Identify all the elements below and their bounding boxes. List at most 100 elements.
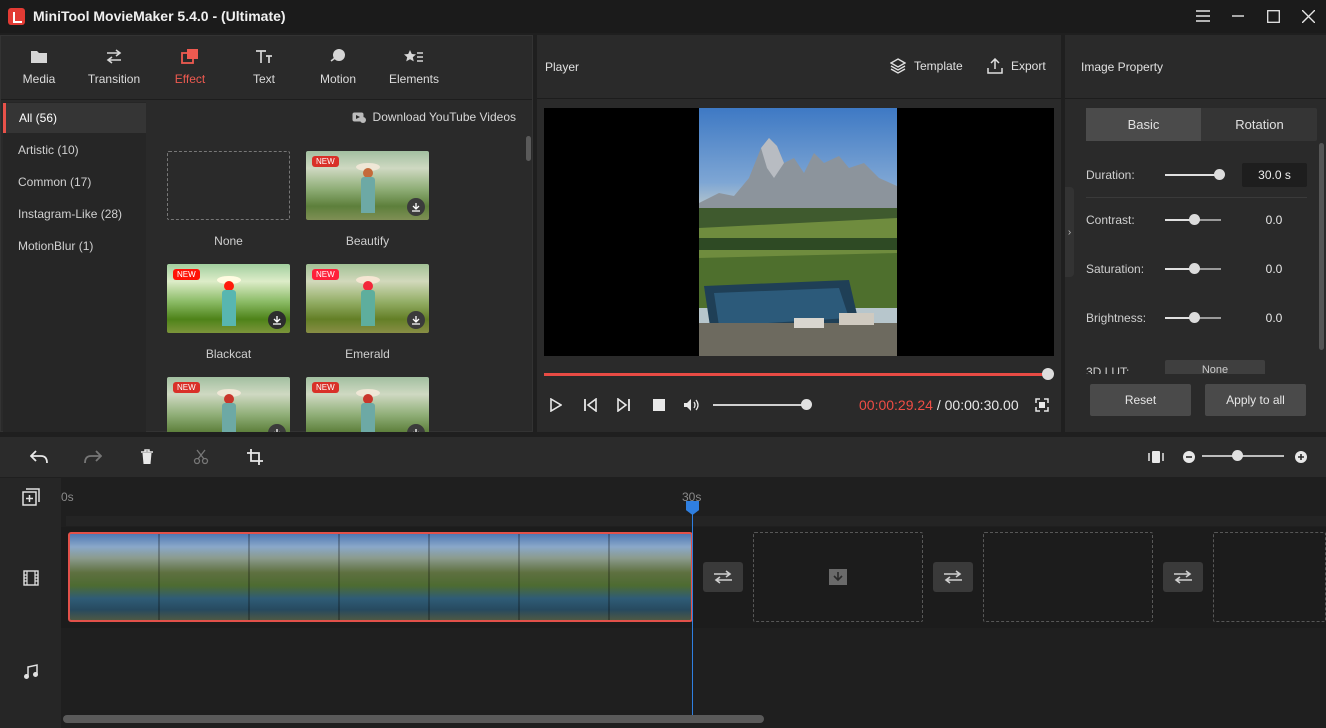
brightness-handle[interactable] xyxy=(1189,312,1200,323)
transition-slot-button[interactable] xyxy=(703,562,743,592)
download-icon[interactable] xyxy=(407,424,425,432)
import-icon xyxy=(829,569,847,585)
video-preview[interactable] xyxy=(544,108,1054,356)
chevron-right-icon: › xyxy=(1067,226,1072,238)
add-track-button[interactable] xyxy=(22,488,40,509)
lut-select[interactable]: None xyxy=(1165,360,1265,374)
minimize-button[interactable] xyxy=(1223,4,1253,28)
effect-card-none[interactable]: None xyxy=(167,151,290,248)
duration-input[interactable]: 30.0 s xyxy=(1242,163,1307,187)
transition-slot-button[interactable] xyxy=(1163,562,1203,592)
timeline-scrollbar[interactable] xyxy=(63,715,764,723)
effect-label: None xyxy=(214,234,243,248)
effect-thumbnail: NEW xyxy=(306,377,429,432)
tool-motion[interactable]: Motion xyxy=(306,46,370,94)
download-icon[interactable] xyxy=(268,424,286,432)
reset-button[interactable]: Reset xyxy=(1090,384,1191,416)
current-time: 00:00:29.24 xyxy=(859,397,933,413)
category-motionblur[interactable]: MotionBlur (1) xyxy=(3,231,146,261)
delete-button[interactable] xyxy=(137,447,157,467)
maximize-button[interactable] xyxy=(1258,4,1288,28)
transition-arrows-icon xyxy=(103,46,125,66)
effect-card[interactable]: NEW xyxy=(306,377,429,432)
effect-card-beautify[interactable]: NEW Beautify xyxy=(306,151,429,248)
effect-card-emerald[interactable]: NEW Emerald xyxy=(306,264,429,361)
contrast-handle[interactable] xyxy=(1189,214,1200,225)
music-track[interactable] xyxy=(61,629,1326,714)
redo-icon xyxy=(84,450,102,464)
download-icon[interactable] xyxy=(268,311,286,329)
scissors-icon xyxy=(193,449,209,465)
next-frame-button[interactable] xyxy=(615,396,633,414)
redo-button[interactable] xyxy=(83,447,103,467)
fit-timeline-button[interactable] xyxy=(1146,447,1166,467)
export-icon xyxy=(987,58,1003,74)
property-scrollbar[interactable] xyxy=(1319,143,1324,350)
zoom-slider[interactable] xyxy=(1202,455,1284,457)
undo-button[interactable] xyxy=(29,447,49,467)
fullscreen-button[interactable] xyxy=(1033,396,1051,414)
ruler-bar xyxy=(66,516,1326,526)
menu-icon[interactable] xyxy=(1188,4,1218,28)
zoom-handle[interactable] xyxy=(1232,450,1243,461)
template-button[interactable]: Template xyxy=(890,58,963,74)
download-icon[interactable] xyxy=(407,311,425,329)
stop-icon xyxy=(653,399,665,411)
crop-button[interactable] xyxy=(245,447,265,467)
duration-handle[interactable] xyxy=(1214,169,1225,180)
category-list: All (56) Artistic (10) Common (17) Insta… xyxy=(3,102,146,432)
tool-elements[interactable]: Elements xyxy=(382,46,446,94)
category-instagram-like[interactable]: Instagram-Like (28) xyxy=(3,199,146,229)
close-button[interactable] xyxy=(1293,4,1323,28)
tab-rotation[interactable]: Rotation xyxy=(1202,108,1317,141)
volume-button[interactable] xyxy=(683,396,701,414)
video-clip[interactable] xyxy=(68,532,693,622)
category-artistic[interactable]: Artistic (10) xyxy=(3,135,146,165)
empty-clip-slot[interactable] xyxy=(753,532,923,622)
category-all[interactable]: All (56) xyxy=(3,103,146,133)
new-badge: NEW xyxy=(173,382,200,393)
duration-slider[interactable] xyxy=(1165,174,1221,176)
effect-card-blackcat[interactable]: NEW Blackcat xyxy=(167,264,290,361)
effect-card[interactable]: NEW xyxy=(167,377,290,432)
play-button[interactable] xyxy=(547,396,565,414)
category-common[interactable]: Common (17) xyxy=(3,167,146,197)
tool-transition[interactable]: Transition xyxy=(82,46,146,94)
empty-clip-slot[interactable] xyxy=(983,532,1153,622)
effect-label: Beautify xyxy=(345,234,390,248)
zoom-in-button[interactable] xyxy=(1291,447,1311,467)
tool-effect[interactable]: Effect xyxy=(158,46,222,94)
tab-basic[interactable]: Basic xyxy=(1086,108,1201,141)
progress-handle[interactable] xyxy=(1042,368,1054,380)
collapse-panel-button[interactable]: › xyxy=(1065,187,1074,277)
download-youtube-link[interactable]: Download YouTube Videos xyxy=(352,110,516,124)
playback-progress-bar[interactable] xyxy=(544,373,1048,376)
transition-slot-button[interactable] xyxy=(933,562,973,592)
split-button[interactable] xyxy=(191,447,211,467)
empty-clip-slot[interactable] xyxy=(1213,532,1326,622)
saturation-handle[interactable] xyxy=(1189,263,1200,274)
effects-grid: Download YouTube Videos None NEW Beautif… xyxy=(147,102,532,432)
previous-frame-button[interactable] xyxy=(581,396,599,414)
effect-thumbnail: NEW xyxy=(167,264,290,333)
window-title: MiniTool MovieMaker 5.4.0 - (Ultimate) xyxy=(33,8,286,24)
effect-thumbnail: NEW xyxy=(306,264,429,333)
effect-thumbnail: NEW xyxy=(306,151,429,220)
tool-label: Media xyxy=(22,72,56,86)
tool-text[interactable]: Text xyxy=(232,46,296,94)
elements-icon xyxy=(403,46,425,66)
stop-button[interactable] xyxy=(650,396,668,414)
contrast-label: Contrast: xyxy=(1086,213,1135,227)
timecode: 00:00:29.24 / 00:00:30.00 xyxy=(859,397,1019,413)
apply-to-all-button[interactable]: Apply to all xyxy=(1205,384,1306,416)
download-icon[interactable] xyxy=(407,198,425,216)
export-button[interactable]: Export xyxy=(987,58,1046,74)
volume-slider[interactable] xyxy=(713,404,806,406)
music-track-icon xyxy=(22,663,40,681)
volume-handle[interactable] xyxy=(801,399,812,410)
saturation-value: 0.0 xyxy=(1265,262,1283,276)
tool-media[interactable]: Media xyxy=(7,46,71,94)
new-badge: NEW xyxy=(312,156,339,167)
zoom-out-button[interactable] xyxy=(1179,447,1199,467)
effects-scrollbar[interactable] xyxy=(526,136,531,161)
